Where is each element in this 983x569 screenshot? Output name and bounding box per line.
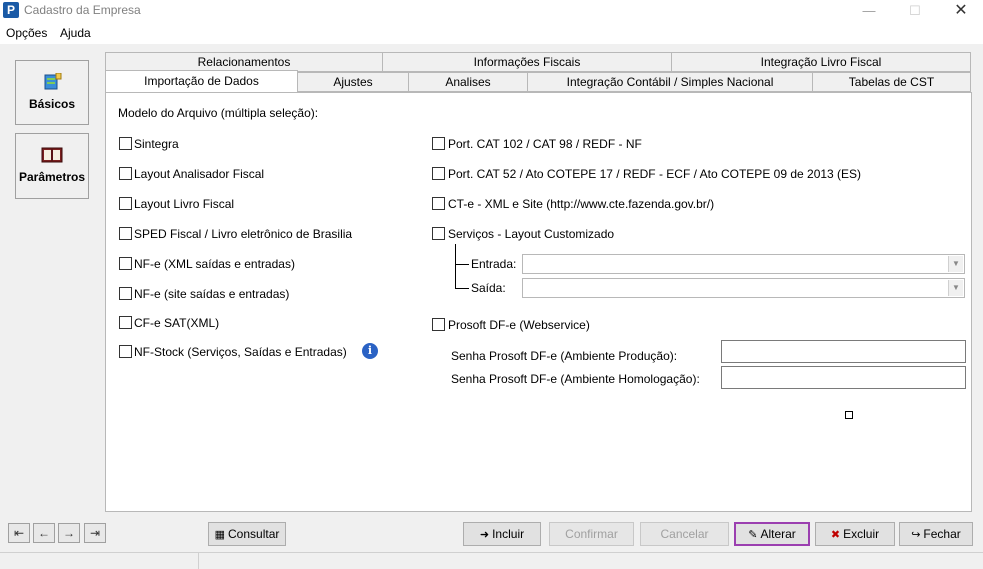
senha-producao-input[interactable]	[721, 340, 966, 363]
confirmar-button[interactable]: Confirmar	[549, 522, 634, 546]
nav-parametros-button[interactable]: Parâmetros	[15, 133, 89, 199]
fechar-button[interactable]: ↪ Fechar	[899, 522, 973, 546]
exit-icon: ↪	[911, 529, 921, 541]
checkbox-cte[interactable]	[432, 197, 445, 210]
option-label: Port. CAT 52 / Ato COTEPE 17 / REDF - EC…	[448, 167, 862, 181]
tree-line	[455, 288, 469, 289]
option-label: CT-e - XML e Site (http://www.cte.fazend…	[448, 197, 715, 211]
option-label: NF-e (site saídas e entradas)	[134, 287, 290, 301]
status-bar	[0, 552, 983, 569]
alterar-button[interactable]: ✎ Alterar	[734, 522, 810, 546]
checkbox-prosoft-dfe[interactable]	[432, 318, 445, 331]
next-record-icon[interactable]: →	[58, 523, 80, 543]
option-label: CF-e SAT(XML)	[134, 316, 220, 330]
menu-bar: Opções Ajuda	[0, 22, 983, 44]
checkbox-layout-analisador-fiscal[interactable]	[119, 167, 132, 180]
checkbox-nfe-site[interactable]	[119, 287, 132, 300]
menu-ajuda[interactable]: Ajuda	[60, 26, 91, 40]
option-label: Serviços - Layout Customizado	[448, 227, 615, 241]
option-label: NF-e (XML saídas e entradas)	[134, 257, 295, 271]
first-record-icon[interactable]: ⇤	[8, 523, 30, 543]
option-label: Sintegra	[134, 137, 179, 151]
tab-ajustes[interactable]: Ajustes	[297, 72, 409, 92]
fechar-label: Fechar	[923, 527, 961, 541]
menu-opcoes[interactable]: Opções	[6, 26, 47, 40]
chevron-down-icon[interactable]: ▼	[948, 256, 963, 272]
nav-parametros-label: Parâmetros	[18, 170, 86, 184]
saida-combo[interactable]: ▼	[522, 278, 965, 298]
senha-homologacao-input[interactable]	[721, 366, 966, 389]
tree-line	[455, 244, 456, 288]
option-label: Layout Analisador Fiscal	[134, 167, 265, 181]
tree-line	[455, 264, 469, 265]
incluir-label: Incluir	[492, 527, 525, 541]
minimize-icon[interactable]: —	[846, 0, 892, 22]
saida-label: Saída:	[471, 281, 506, 295]
nav-basicos-label: Básicos	[28, 97, 76, 111]
status-separator	[198, 552, 199, 569]
content-panel	[105, 92, 972, 512]
alterar-label: Alterar	[760, 527, 796, 541]
last-record-icon[interactable]: ⇥	[84, 523, 106, 543]
checkbox-nf-stock[interactable]	[119, 345, 132, 358]
book-icon	[41, 147, 63, 163]
cancelar-label: Cancelar	[660, 527, 709, 541]
resize-handle[interactable]	[845, 411, 853, 419]
delete-icon: ✖	[830, 529, 841, 541]
previous-record-icon[interactable]: ←	[33, 523, 55, 543]
option-label: Layout Livro Fiscal	[134, 197, 235, 211]
title-bar: P Cadastro da Empresa — ☐ ✕	[0, 0, 983, 22]
excluir-button[interactable]: ✖ Excluir	[815, 522, 895, 546]
checkbox-port-cat-102[interactable]	[432, 137, 445, 150]
close-icon[interactable]: ✕	[938, 0, 983, 22]
prosoft-label: Prosoft DF-e (Webservice)	[448, 318, 590, 332]
form-heading: Modelo do Arquivo (múltipla seleção):	[118, 106, 319, 120]
tab-tabelas-cst[interactable]: Tabelas de CST	[812, 72, 971, 92]
add-record-icon: ➜	[479, 529, 490, 541]
checkbox-sintegra[interactable]	[119, 137, 132, 150]
app-icon: P	[3, 2, 19, 18]
entrada-label: Entrada:	[471, 257, 517, 271]
nav-basicos-button[interactable]: Básicos	[15, 60, 89, 125]
chevron-down-icon[interactable]: ▼	[948, 280, 963, 296]
senha-producao-label: Senha Prosoft DF-e (Ambiente Produção):	[451, 349, 678, 363]
tab-relacionamentos[interactable]: Relacionamentos	[105, 52, 383, 72]
excluir-label: Excluir	[843, 527, 880, 541]
info-icon[interactable]: i	[362, 343, 378, 359]
confirmar-label: Confirmar	[565, 527, 618, 541]
consultar-button[interactable]: ▦ Consultar	[208, 522, 286, 546]
incluir-button[interactable]: ➜ Incluir	[463, 522, 541, 546]
checkbox-layout-livro-fiscal[interactable]	[119, 197, 132, 210]
checkbox-port-cat-52[interactable]	[432, 167, 445, 180]
edit-record-icon: ✎	[748, 529, 758, 541]
checkbox-nfe-xml[interactable]	[119, 257, 132, 270]
cancelar-button[interactable]: Cancelar	[640, 522, 729, 546]
option-label: SPED Fiscal / Livro eletrônico de Brasil…	[134, 227, 353, 241]
tab-informacoes-fiscais[interactable]: Informações Fiscais	[382, 52, 672, 72]
tab-analises[interactable]: Analises	[408, 72, 528, 92]
checkbox-sped-fiscal[interactable]	[119, 227, 132, 240]
table-icon: ▦	[214, 529, 226, 541]
database-icon	[44, 73, 62, 90]
maximize-icon[interactable]: ☐	[892, 0, 938, 22]
senha-homologacao-label: Senha Prosoft DF-e (Ambiente Homologação…	[451, 372, 700, 386]
tab-integracao-livro-fiscal[interactable]: Integração Livro Fiscal	[671, 52, 971, 72]
tab-integracao-contabil[interactable]: Integração Contábil / Simples Nacional	[527, 72, 813, 92]
checkbox-cfe-sat[interactable]	[119, 316, 132, 329]
checkbox-servicos-layout[interactable]	[432, 227, 445, 240]
window-title: Cadastro da Empresa	[24, 3, 141, 17]
consultar-label: Consultar	[228, 527, 280, 541]
option-label: NF-Stock (Serviços, Saídas e Entradas)	[134, 345, 347, 359]
entrada-combo[interactable]: ▼	[522, 254, 965, 274]
option-label: Port. CAT 102 / CAT 98 / REDF - NF	[448, 137, 642, 151]
tab-importacao-de-dados[interactable]: Importação de Dados	[105, 70, 298, 92]
